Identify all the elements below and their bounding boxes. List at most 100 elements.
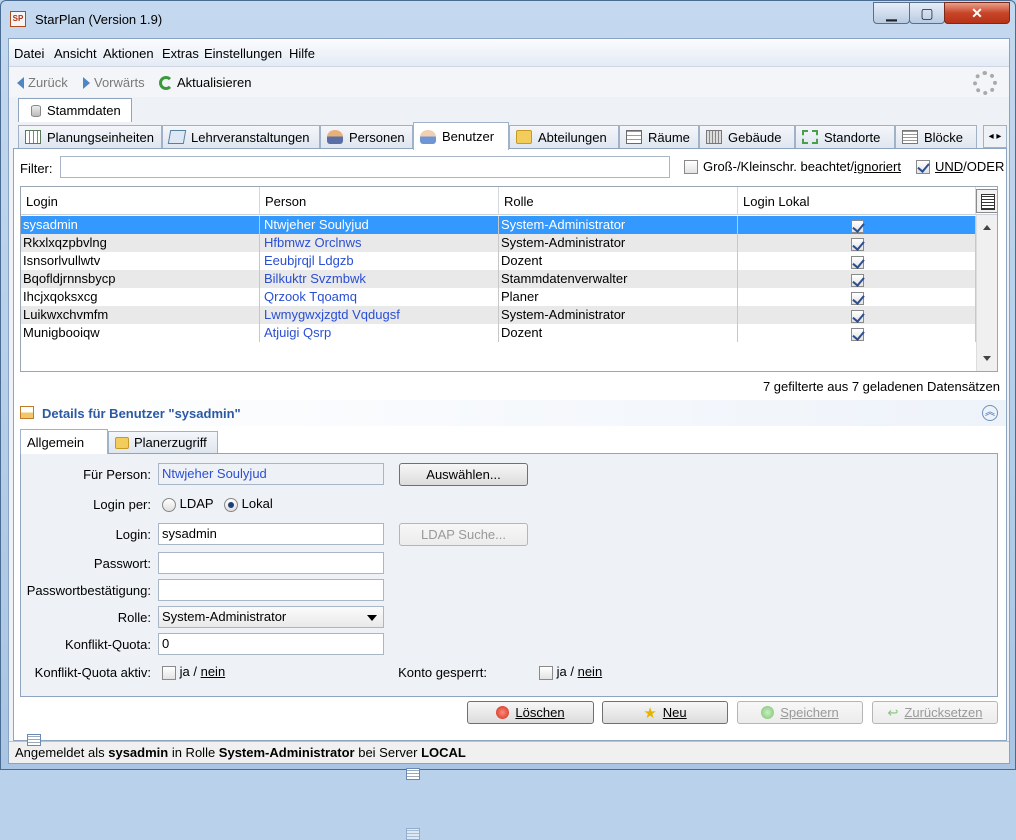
minimize-button[interactable]: ▁ (873, 2, 910, 24)
undo-icon: ↩ (887, 704, 899, 720)
ldap-radio[interactable]: LDAP (162, 496, 214, 512)
menu-ansicht[interactable]: Ansicht (54, 46, 97, 61)
tab-benutzer[interactable]: Benutzer (413, 122, 509, 150)
login-lokal-checkbox[interactable] (851, 237, 864, 251)
account-locked-option[interactable]: ja / nein (539, 664, 602, 680)
quota-active-checkbox[interactable] (162, 665, 176, 680)
login-lokal-checkbox[interactable] (851, 327, 864, 341)
login-lokal-checkbox[interactable] (851, 255, 864, 269)
ldap-radio-button[interactable] (162, 497, 176, 512)
cell-login: Rkxlxqzpbvlng (21, 234, 260, 252)
cell-login: Isnsorlvullwtv (21, 252, 260, 270)
filter-input[interactable] (60, 156, 670, 178)
col-login[interactable]: Login (21, 187, 260, 215)
tab-personen[interactable]: Personen (320, 125, 413, 148)
tab-label: Gebäude (728, 129, 782, 145)
quota-field[interactable]: 0 (158, 633, 384, 655)
form-icon (406, 828, 420, 840)
location-icon (802, 130, 818, 144)
tab-label: Benutzer (442, 129, 495, 144)
role-select[interactable]: System-Administrator (158, 606, 384, 628)
tab-abteilungen[interactable]: Abteilungen (509, 125, 619, 148)
tab-planungseinheiten[interactable]: Planungseinheiten (18, 125, 162, 148)
tab-allgemein[interactable]: Allgemein (20, 429, 108, 746)
menu-einstellungen[interactable]: Einstellungen (204, 46, 282, 61)
login-lokal-checkbox[interactable] (851, 309, 864, 323)
cell-role: System-Administrator (499, 234, 738, 252)
menu-aktionen[interactable]: Aktionen (103, 46, 154, 61)
case-sensitive-option[interactable]: Groß-/Kleinschr. beachtet/ignoriert (684, 159, 901, 174)
collapse-icon[interactable]: ︽ (982, 405, 998, 421)
login-lokal-checkbox[interactable] (851, 291, 864, 305)
tab-standorte[interactable]: Standorte (795, 125, 895, 148)
save-button[interactable]: Speichern (737, 701, 863, 724)
login-lokal-checkbox[interactable] (851, 273, 864, 287)
tab-stammdaten[interactable]: Stammdaten (18, 98, 132, 122)
cell-person[interactable]: Lwmygwxjzgtd Vqdugsf (260, 306, 499, 324)
local-radio-button[interactable] (224, 497, 238, 512)
tab-gebaeude[interactable]: Gebäude (699, 125, 795, 148)
new-button[interactable]: ★ Neu (602, 701, 728, 724)
menu-datei[interactable]: Datei (14, 46, 44, 61)
reset-button[interactable]: ↩ Zurücksetzen (872, 701, 998, 724)
table-row[interactable]: Luikwxchvmfm Lwmygwxjzgtd Vqdugsf System-A… (21, 306, 976, 324)
status-prefix: Angemeldet als (15, 745, 109, 760)
table-scrollbar[interactable] (976, 215, 997, 371)
column-chooser-icon[interactable] (976, 189, 997, 213)
col-rolle[interactable]: Rolle (499, 187, 738, 215)
delete-button[interactable]: Löschen (467, 701, 594, 724)
back-button[interactable]: Zurück (17, 75, 68, 90)
no-label: nein (200, 664, 226, 679)
and-or-option[interactable]: UND/ODER (916, 159, 1004, 174)
forward-button[interactable]: Vorwärts (83, 75, 145, 90)
ldap-search-button[interactable]: LDAP Suche... (399, 523, 528, 840)
select-person-button[interactable]: Auswählen... (399, 463, 528, 780)
tab-planerzugriff[interactable]: Planerzugriff (108, 431, 218, 453)
cell-person[interactable]: Bilkuktr Svzmbwk (260, 270, 499, 288)
title-bar[interactable]: SP StarPlan (Version 1.9) ▁ ▢ ✕ (1, 1, 1015, 37)
login-lokal-checkbox[interactable] (851, 219, 864, 233)
account-locked-checkbox[interactable] (539, 665, 553, 680)
edit-icon (20, 406, 34, 419)
tab-bloecke[interactable]: Blöcke (895, 125, 977, 148)
cell-person[interactable]: Qrzook Tqoamq (260, 288, 499, 306)
login-field[interactable]: sysadmin (158, 523, 384, 545)
table-row[interactable]: Rkxlxqzpbvlng Hfbmwz Orclnws System-Admini… (21, 234, 976, 252)
ldap-search-label: LDAP Suche... (420, 527, 507, 542)
local-radio[interactable]: Lokal (224, 496, 273, 512)
menu-hilfe[interactable]: Hilfe (289, 46, 315, 61)
and-or-checkbox[interactable] (916, 159, 930, 174)
cell-role: Stammdatenverwalter (499, 270, 738, 288)
col-login-lokal[interactable]: Login Lokal (738, 187, 976, 215)
close-button[interactable]: ✕ (944, 2, 1010, 24)
cell-person[interactable]: Hfbmwz Orclnws (260, 234, 499, 252)
grid-icon (25, 130, 41, 144)
case-sensitive-checkbox[interactable] (684, 159, 698, 174)
tab-raeume[interactable]: Räume (619, 125, 699, 148)
cell-login: Bqofldjrnnsbycp (21, 270, 260, 288)
password-confirm-field[interactable] (158, 579, 384, 601)
tab-scroll-arrows-icon[interactable]: ◂ ▸ (983, 125, 1007, 148)
table-header: Login Person Rolle Login Lokal (21, 187, 997, 215)
col-person[interactable]: Person (260, 187, 499, 215)
block-icon (902, 130, 918, 144)
scroll-down-icon[interactable] (983, 356, 991, 361)
details-title: Details für Benutzer "sysadmin" (42, 406, 241, 421)
cell-login-lokal (738, 324, 976, 342)
cell-person[interactable]: Eeubjrqjl Ldgzb (260, 252, 499, 270)
tab-lehrveranstaltungen[interactable]: Lehrveranstaltungen (162, 125, 320, 148)
menu-extras[interactable]: Extras (162, 46, 199, 61)
table-row[interactable]: Isnsorlvullwtv Eeubjrqjl Ldgzb Dozent (21, 252, 976, 270)
table-row[interactable]: Bqofldjrnnsbycp Bilkuktr Svzmbwk Stammdate… (21, 270, 976, 288)
cell-person[interactable]: Atjuigi Qsrp (260, 324, 499, 342)
quota-active-option[interactable]: ja / nein (162, 664, 225, 680)
table-row[interactable]: Munigbooiqw Atjuigi Qsrp Dozent (21, 324, 976, 342)
refresh-button[interactable]: Aktualisieren (159, 75, 251, 90)
table-row[interactable]: Ihcjxqoksxcg Qrzook Tqoamq Planer (21, 288, 976, 306)
maximize-button[interactable]: ▢ (909, 2, 945, 24)
table-row[interactable]: sysadmin Ntwjeher Soulyjud System-Administ… (21, 216, 976, 234)
yes-label: ja / (556, 664, 574, 679)
scroll-up-icon[interactable] (983, 225, 991, 230)
password-field[interactable] (158, 552, 384, 574)
cell-person[interactable]: Ntwjeher Soulyjud (260, 216, 499, 234)
